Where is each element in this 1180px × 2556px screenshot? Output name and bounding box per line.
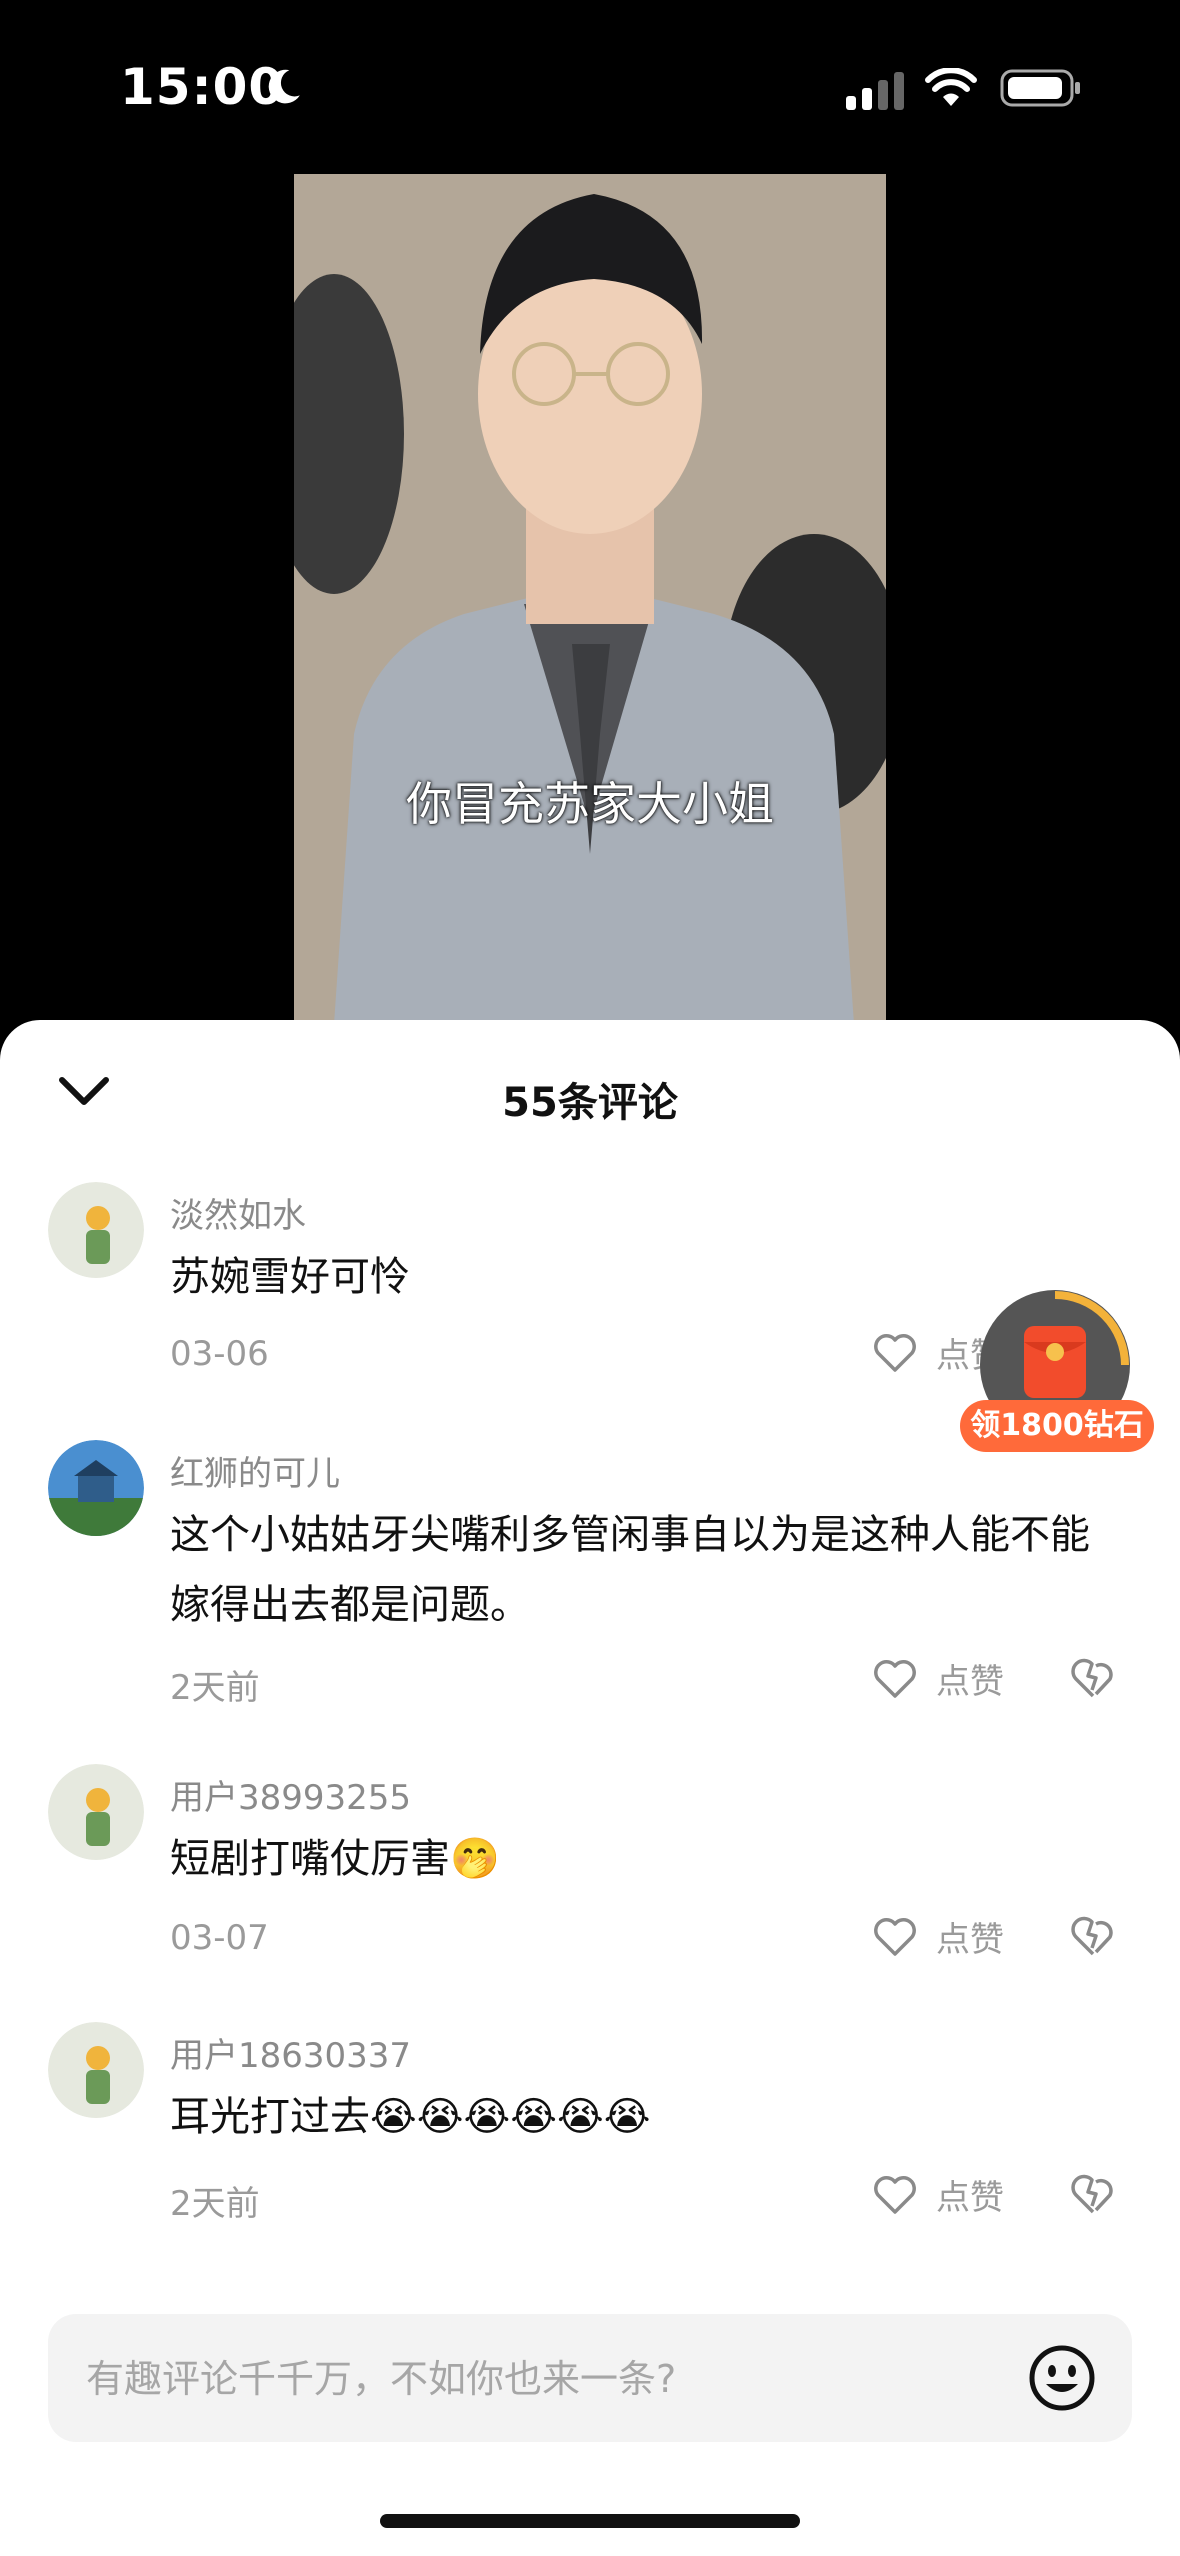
cellular-signal-icon [846, 72, 904, 110]
dislike-icon[interactable] [1070, 1914, 1116, 1958]
moon-icon [268, 69, 300, 104]
heart-icon [874, 1333, 916, 1372]
heart-icon [874, 2175, 916, 2214]
status-time: 15:00 [120, 58, 285, 116]
video-player[interactable]: 你冒充苏家大小姐 [294, 174, 886, 1024]
like-button[interactable]: 点赞 [872, 1912, 1004, 1961]
comment-time: 2天前 [170, 2184, 260, 2224]
comment-username[interactable]: 用户38993255 [170, 1770, 411, 1819]
like-label: 点赞 [936, 1920, 1004, 1960]
red-packet-label: 领1800钻石 [960, 1400, 1154, 1452]
comment-username[interactable]: 淡然如水 [170, 1188, 306, 1237]
comment-time: 03-07 [170, 1918, 269, 1958]
comment-time: 03-06 [170, 1334, 269, 1374]
avatar[interactable] [48, 2022, 144, 2118]
red-packet-reward[interactable]: 领1800钻石 [960, 1290, 1156, 1460]
comment-time: 2天前 [170, 1668, 260, 1708]
video-frame-image [294, 174, 886, 1024]
heart-icon [874, 1659, 916, 1698]
comment-input-bar [48, 2314, 1132, 2444]
comment-text: 这个小姑姑牙尖嘴利多管闲事自以为是这种人能不能嫁得出去都是问题。 [170, 1512, 1090, 1628]
avatar[interactable] [48, 1764, 144, 1860]
heart-icon [874, 1917, 916, 1956]
comment-input[interactable] [84, 2314, 1008, 2444]
comment-count-title: 55条评论 [502, 1080, 678, 1126]
like-button[interactable]: 点赞 [872, 1654, 1004, 1703]
comment-text: 耳光打过去😭😭😭😭😭😭 [170, 2094, 651, 2140]
like-label: 点赞 [936, 1662, 1004, 1702]
comment-text: 短剧打嘴仗厉害🤭 [170, 1836, 500, 1882]
like-label: 点赞 [936, 2178, 1004, 2218]
home-indicator [380, 2514, 800, 2528]
video-subtitle: 你冒充苏家大小姐 [406, 777, 774, 831]
comment-username[interactable]: 红狮的可儿 [170, 1446, 340, 1495]
comment-username[interactable]: 用户18630337 [170, 2028, 411, 2077]
dislike-icon[interactable] [1070, 1656, 1116, 1700]
avatar[interactable] [48, 1440, 144, 1536]
like-button[interactable]: 点赞 [872, 2170, 1004, 2219]
avatar[interactable] [48, 1182, 144, 1278]
emoji-icon[interactable] [1028, 2344, 1096, 2412]
wifi-icon [925, 68, 977, 106]
dislike-icon[interactable] [1070, 2172, 1116, 2216]
battery-icon [1000, 69, 1080, 107]
